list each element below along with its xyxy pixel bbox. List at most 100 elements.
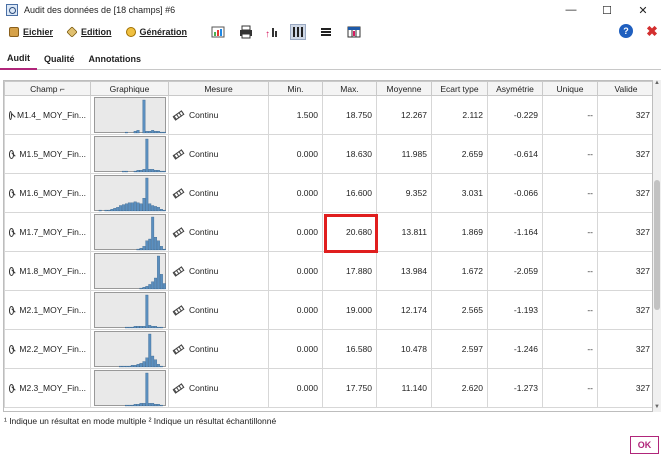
table-row[interactable]: M1.5_MOY_Fin... Continu 0.000 18.630 11.…: [4, 134, 652, 174]
histogram-bar: [156, 170, 160, 173]
unique-cell: --: [542, 173, 598, 213]
histogram-bar: [150, 169, 154, 173]
table-row[interactable]: M1.6_MOY_Fin... Continu 0.000 16.600 9.3…: [4, 173, 652, 213]
histogram-bar: [147, 403, 151, 407]
measure-cell[interactable]: Continu: [168, 95, 269, 135]
valid-cell: 327: [597, 134, 652, 174]
graph-cell[interactable]: [90, 329, 169, 369]
histogram-bar: [159, 170, 163, 173]
graph-cell[interactable]: [90, 95, 169, 135]
histogram-bar: [118, 365, 122, 368]
tab-quality[interactable]: Qualité: [37, 48, 82, 70]
col-header-moyenne[interactable]: Moyenne: [376, 81, 432, 96]
max-cell: 20.680: [322, 212, 377, 252]
tab-annotations[interactable]: Annotations: [82, 48, 149, 70]
graph-cell[interactable]: [90, 173, 169, 213]
col-header-valide[interactable]: Valide: [597, 81, 652, 96]
col-header-unique[interactable]: Unique: [542, 81, 598, 96]
help-icon[interactable]: ?: [619, 24, 633, 38]
histogram-bar: [156, 364, 160, 368]
field-cell[interactable]: M1.4_ MOY_Fin...: [4, 95, 91, 135]
table-row[interactable]: M1.8_MOY_Fin... Continu 0.000 17.880 13.…: [4, 251, 652, 291]
histogram-bar: [147, 325, 151, 329]
scroll-up-icon[interactable]: ▲: [653, 80, 661, 88]
col-header-champ[interactable]: Champ ⌐: [4, 81, 91, 96]
ok-button[interactable]: OK: [630, 436, 659, 454]
graph-cell[interactable]: [90, 212, 169, 252]
col-header-min[interactable]: Min.: [268, 81, 323, 96]
measure-cell[interactable]: Continu: [168, 134, 269, 174]
skew-cell: -1.246: [487, 329, 543, 369]
table-row[interactable]: M2.3_MOY_Fin... Continu 0.000 17.750 11.…: [4, 368, 652, 408]
file-menu-button[interactable]: Eichier: [4, 23, 58, 41]
histogram-bar: [124, 404, 128, 407]
histogram-bar: [139, 363, 142, 368]
histogram-svg: [124, 99, 166, 134]
histogram-bar: [142, 287, 145, 290]
unique-cell: --: [542, 251, 598, 291]
measure-label: Continu: [189, 266, 219, 276]
table-row[interactable]: M2.2_MOY_Fin... Continu 0.000 16.580 10.…: [4, 329, 652, 369]
ruler-icon: [172, 343, 185, 355]
max-cell: 19.000: [322, 290, 377, 330]
field-cell[interactable]: M2.1_MOY_Fin...: [4, 290, 91, 330]
print-icon[interactable]: [238, 24, 254, 40]
graph-cell[interactable]: [90, 368, 169, 408]
graph-cell[interactable]: [90, 290, 169, 330]
table-row[interactable]: M1.7_MOY_Fin... Continu 0.000 20.680 13.…: [4, 212, 652, 252]
table-row[interactable]: M2.1_MOY_Fin... Continu 0.000 19.000 12.…: [4, 290, 652, 330]
minimize-button[interactable]: —: [553, 0, 589, 20]
std-cell: 1.672: [431, 251, 488, 291]
columns-icon[interactable]: [290, 24, 306, 40]
mean-cell: 13.811: [376, 212, 432, 252]
histogram-bar: [144, 372, 148, 407]
measure-label: Continu: [189, 227, 219, 237]
field-ops-icon[interactable]: ↑: [264, 24, 280, 40]
measure-cell[interactable]: Continu: [168, 290, 269, 330]
graph-cell[interactable]: [90, 134, 169, 174]
maximize-button[interactable]: ☐: [589, 0, 625, 20]
chart-icon[interactable]: [210, 24, 226, 40]
field-cell[interactable]: M1.5_MOY_Fin...: [4, 134, 91, 174]
generate-menu-button[interactable]: Génération: [121, 23, 193, 41]
vertical-scrollbar[interactable]: ▲ ▼: [653, 80, 661, 412]
table-icon[interactable]: [346, 24, 362, 40]
col-header-max[interactable]: Max.: [322, 81, 377, 96]
field-cell[interactable]: M2.2_MOY_Fin...: [4, 329, 91, 369]
std-cell: 2.620: [431, 368, 488, 408]
close-window-button[interactable]: ✕: [625, 0, 661, 20]
histogram-svg: [124, 294, 163, 329]
scroll-down-icon[interactable]: ▼: [653, 404, 661, 412]
tab-audit[interactable]: Audit: [0, 48, 37, 70]
measure-cell[interactable]: Continu: [168, 368, 269, 408]
measure-cell[interactable]: Continu: [168, 212, 269, 252]
histogram-bar: [153, 131, 157, 134]
measure-cell[interactable]: Continu: [168, 329, 269, 369]
histogram-bar: [142, 361, 145, 368]
col-header-mesure[interactable]: Mesure: [168, 81, 269, 96]
col-header-ecart[interactable]: Ecart type: [431, 81, 488, 96]
col-header-asymetrie[interactable]: Asymétrie: [487, 81, 543, 96]
measure-cell[interactable]: Continu: [168, 173, 269, 213]
generate-icon: [125, 27, 136, 37]
histogram-bar: [133, 170, 137, 173]
measure-cell[interactable]: Continu: [168, 251, 269, 291]
histogram-svg: [118, 333, 163, 368]
histogram-bar: [142, 169, 145, 173]
field-cell[interactable]: M1.7_MOY_Fin...: [4, 212, 91, 252]
edit-menu-button[interactable]: Edition: [62, 23, 117, 41]
histogram-bar: [150, 130, 154, 134]
col-header-graphique[interactable]: Graphique: [90, 81, 169, 96]
field-cell[interactable]: M1.8_MOY_Fin...: [4, 251, 91, 291]
field-cell-content: M2.1_MOY_Fin...: [9, 305, 86, 315]
valid-cell: 327: [597, 290, 652, 330]
scroll-thumb[interactable]: [654, 180, 660, 310]
table-row[interactable]: M1.4_ MOY_Fin... Continu 1.500 18.750 12…: [4, 95, 652, 135]
unique-cell: --: [542, 290, 598, 330]
histogram-bar: [124, 203, 128, 212]
field-cell[interactable]: M2.3_MOY_Fin...: [4, 368, 91, 408]
field-cell[interactable]: M1.6_MOY_Fin...: [4, 173, 91, 213]
graph-cell[interactable]: [90, 251, 169, 291]
rows-icon[interactable]: [318, 24, 334, 40]
close-red-icon[interactable]: ✖: [645, 23, 659, 39]
